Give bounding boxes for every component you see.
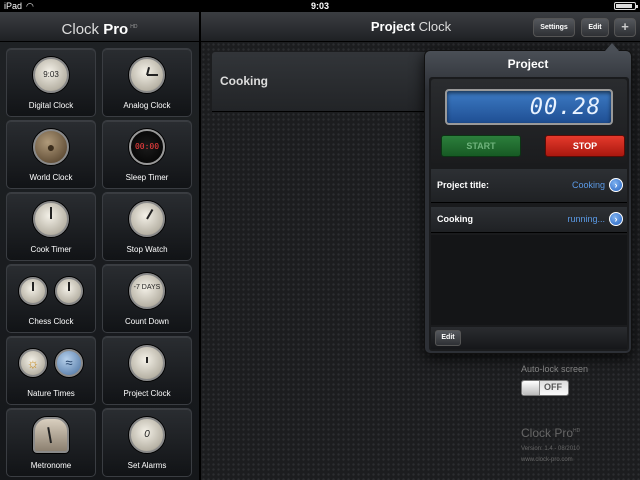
tile-label: World Clock (29, 173, 73, 182)
project-name: Cooking (220, 74, 268, 88)
toggle-knob (522, 381, 540, 395)
start-button[interactable]: START (441, 135, 521, 157)
tile-digital-clock[interactable]: 9:03 Digital Clock (6, 48, 96, 117)
tile-label: Stop Watch (126, 245, 168, 254)
project-title-row[interactable]: Project title: Cooking › (431, 169, 627, 203)
entry-name: Cooking (437, 214, 473, 224)
tile-analog-clock[interactable]: Analog Clock (102, 48, 192, 117)
stop-button[interactable]: STOP (545, 135, 625, 157)
tile-world-clock[interactable]: ● World Clock (6, 120, 96, 189)
tile-stop-watch[interactable]: Stop Watch (102, 192, 192, 261)
website-link[interactable]: www.clock-pro.com (521, 457, 573, 463)
tile-label: Set Alarms (127, 461, 167, 470)
tile-label: Chess Clock (28, 317, 74, 326)
page-title: Project Clock (370, 19, 452, 34)
metronome-icon (33, 417, 69, 453)
left-header: Clock Pro HD (0, 12, 199, 42)
tile-label: Project Clock (123, 389, 171, 398)
tile-label: Nature Times (27, 389, 75, 398)
app-title: Clock Pro HD (61, 21, 138, 38)
waves-icon: ≈ (55, 349, 83, 377)
project-title-label: Project title: (437, 180, 490, 190)
version-text: Version: 1.4 - 08/2010 (521, 446, 580, 452)
tile-label: Sleep Timer (125, 173, 169, 182)
right-header: Project Clock Settings Edit + (201, 12, 640, 42)
tile-label: Metronome (30, 461, 72, 470)
tile-sleep-timer[interactable]: 00:00 Sleep Timer (102, 120, 192, 189)
popover-content: 00.28 START STOP Project title: Cooking … (429, 77, 629, 351)
status-bar: iPad ◠ 9:03 (0, 0, 640, 12)
analog-clock-icon (129, 57, 165, 93)
popover-title: Project (507, 57, 549, 71)
entry-status: running... (567, 214, 605, 224)
tile-label: Analog Clock (123, 101, 171, 110)
project-clock-icon (129, 345, 165, 381)
alarm-icon: 0 (129, 417, 165, 453)
edit-button[interactable]: Edit (581, 18, 609, 37)
tile-nature-times[interactable]: ☼ ≈ Nature Times (6, 336, 96, 405)
tile-label: Count Down (124, 317, 170, 326)
battery-icon (614, 2, 638, 10)
clock-list-panel: Clock Pro HD 9:03 Digital Clock Analog Cl… (0, 12, 200, 480)
stopwatch-icon (129, 201, 165, 237)
tile-metronome[interactable]: Metronome (6, 408, 96, 477)
tile-label: Digital Clock (28, 101, 74, 110)
project-popover: Project 00.28 START STOP Project title: … (424, 43, 632, 354)
status-time: 9:03 (310, 1, 329, 11)
popover-edit-button[interactable]: Edit (435, 330, 461, 346)
digital-clock-icon: 9:03 (33, 57, 69, 93)
list-item[interactable]: Cooking running... › (431, 207, 627, 233)
cook-timer-icon (33, 201, 69, 237)
tile-count-down[interactable]: -7 DAYS Count Down (102, 264, 192, 333)
clock-grid: 9:03 Digital Clock Analog Clock ● World … (6, 48, 194, 477)
tile-cook-timer[interactable]: Cook Timer (6, 192, 96, 261)
chevron-right-icon[interactable]: › (609, 178, 623, 192)
timer-display: 00.28 (445, 89, 613, 125)
settings-footer: Auto-lock screen OFF Clock ProHD Version… (511, 356, 631, 480)
settings-button[interactable]: Settings (533, 18, 575, 37)
footer-brand: Clock ProHD (521, 426, 581, 440)
chess-clock-icon (55, 277, 83, 305)
autolock-label: Auto-lock screen (521, 364, 589, 374)
timer-value: 00.28 (529, 95, 601, 120)
timer-box: 00.28 START STOP (431, 79, 627, 163)
project-title-value: Cooking (571, 180, 605, 190)
tile-chess-clock[interactable]: Chess Clock (6, 264, 96, 333)
add-button[interactable]: + (614, 18, 636, 37)
tile-project-clock[interactable]: Project Clock (102, 336, 192, 405)
autolock-toggle[interactable]: OFF (521, 380, 569, 396)
sun-icon: ☼ (19, 349, 47, 377)
tile-set-alarms[interactable]: 0 Set Alarms (102, 408, 192, 477)
sleep-timer-icon: 00:00 (129, 129, 165, 165)
chevron-right-icon[interactable]: › (609, 212, 623, 226)
countdown-icon: -7 DAYS (129, 273, 165, 309)
entry-list (431, 235, 627, 325)
popover-toolbar: Edit (431, 327, 627, 349)
globe-icon: ● (33, 129, 69, 165)
chess-clock-icon (19, 277, 47, 305)
tile-label: Cook Timer (30, 245, 72, 254)
toggle-label: OFF (544, 382, 562, 392)
